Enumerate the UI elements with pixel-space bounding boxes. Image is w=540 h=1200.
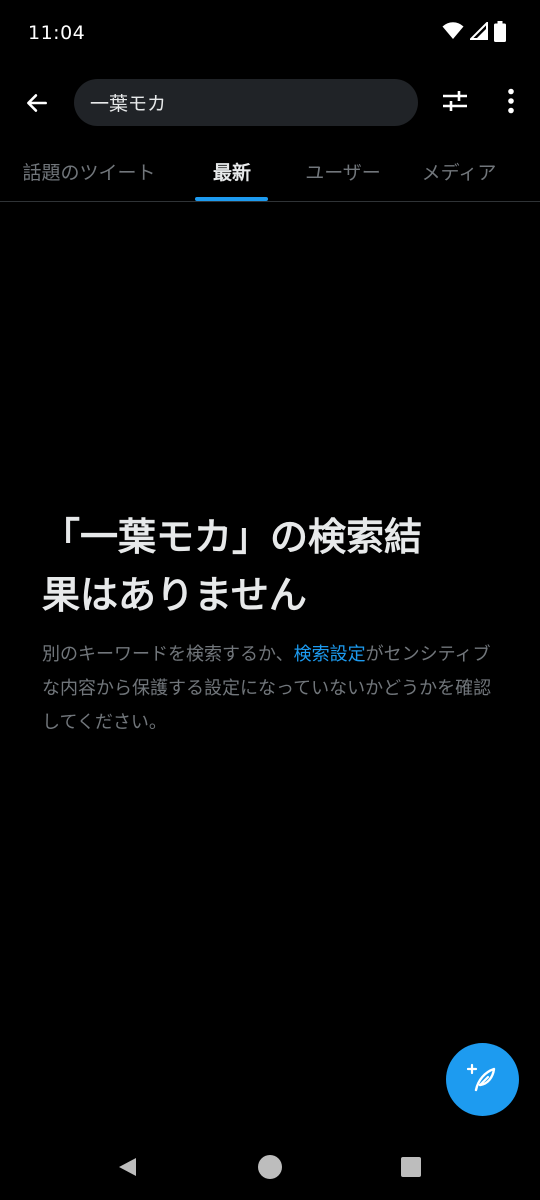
more-vertical-icon bbox=[507, 88, 515, 118]
compose-tweet-button[interactable] bbox=[446, 1043, 519, 1116]
nav-home-button[interactable] bbox=[255, 1154, 285, 1184]
search-tabs: 話題のツイート 最新 ユーザー メディア bbox=[0, 142, 540, 202]
search-settings-link[interactable]: 検索設定 bbox=[294, 644, 366, 665]
nav-back-icon bbox=[116, 1156, 138, 1182]
nav-home-icon bbox=[257, 1154, 283, 1184]
status-bar: 11:04 bbox=[0, 0, 540, 64]
signal-icon bbox=[468, 20, 488, 44]
tab-label: 話題のツイート bbox=[22, 162, 156, 184]
search-header bbox=[0, 64, 540, 142]
tab-label: ユーザー bbox=[305, 162, 381, 184]
sliders-icon bbox=[442, 88, 468, 118]
empty-state: 「一葉モカ」の検索結 果はありません 別のキーワードを検索するか、検索設定がセン… bbox=[42, 508, 502, 740]
nav-back-button[interactable] bbox=[112, 1154, 142, 1184]
status-icons bbox=[442, 20, 506, 46]
tab-label: メディア bbox=[421, 162, 497, 184]
wifi-icon bbox=[442, 22, 464, 44]
desc-text: 別のキーワードを検索するか、 bbox=[42, 644, 294, 665]
compose-tweet-icon bbox=[466, 1062, 499, 1098]
active-tab-indicator bbox=[195, 197, 268, 201]
nav-recents-icon bbox=[400, 1156, 422, 1182]
nav-recents-button[interactable] bbox=[396, 1154, 426, 1184]
empty-title-line: 果はありません bbox=[42, 573, 307, 617]
status-time: 11:04 bbox=[28, 22, 86, 44]
tab-latest[interactable]: 最新 bbox=[182, 142, 282, 201]
battery-icon bbox=[494, 20, 506, 46]
empty-state-description: 別のキーワードを検索するか、検索設定がセンシティブな内容から保護する設定になって… bbox=[42, 638, 502, 740]
tab-top[interactable]: 話題のツイート bbox=[10, 142, 168, 201]
tab-label: 最新 bbox=[212, 162, 251, 184]
arrow-left-icon bbox=[24, 90, 50, 120]
empty-state-title: 「一葉モカ」の検索結 果はありません bbox=[42, 508, 502, 624]
tab-people[interactable]: ユーザー bbox=[292, 142, 394, 201]
system-nav-bar bbox=[0, 1136, 540, 1200]
more-options-button[interactable] bbox=[492, 84, 530, 122]
filter-button[interactable] bbox=[436, 84, 474, 122]
empty-title-line: 「一葉モカ」の検索結 bbox=[42, 515, 423, 559]
tab-media[interactable]: メディア bbox=[408, 142, 510, 201]
search-box[interactable] bbox=[74, 79, 418, 126]
search-input[interactable] bbox=[90, 91, 402, 114]
back-button[interactable] bbox=[18, 86, 56, 124]
